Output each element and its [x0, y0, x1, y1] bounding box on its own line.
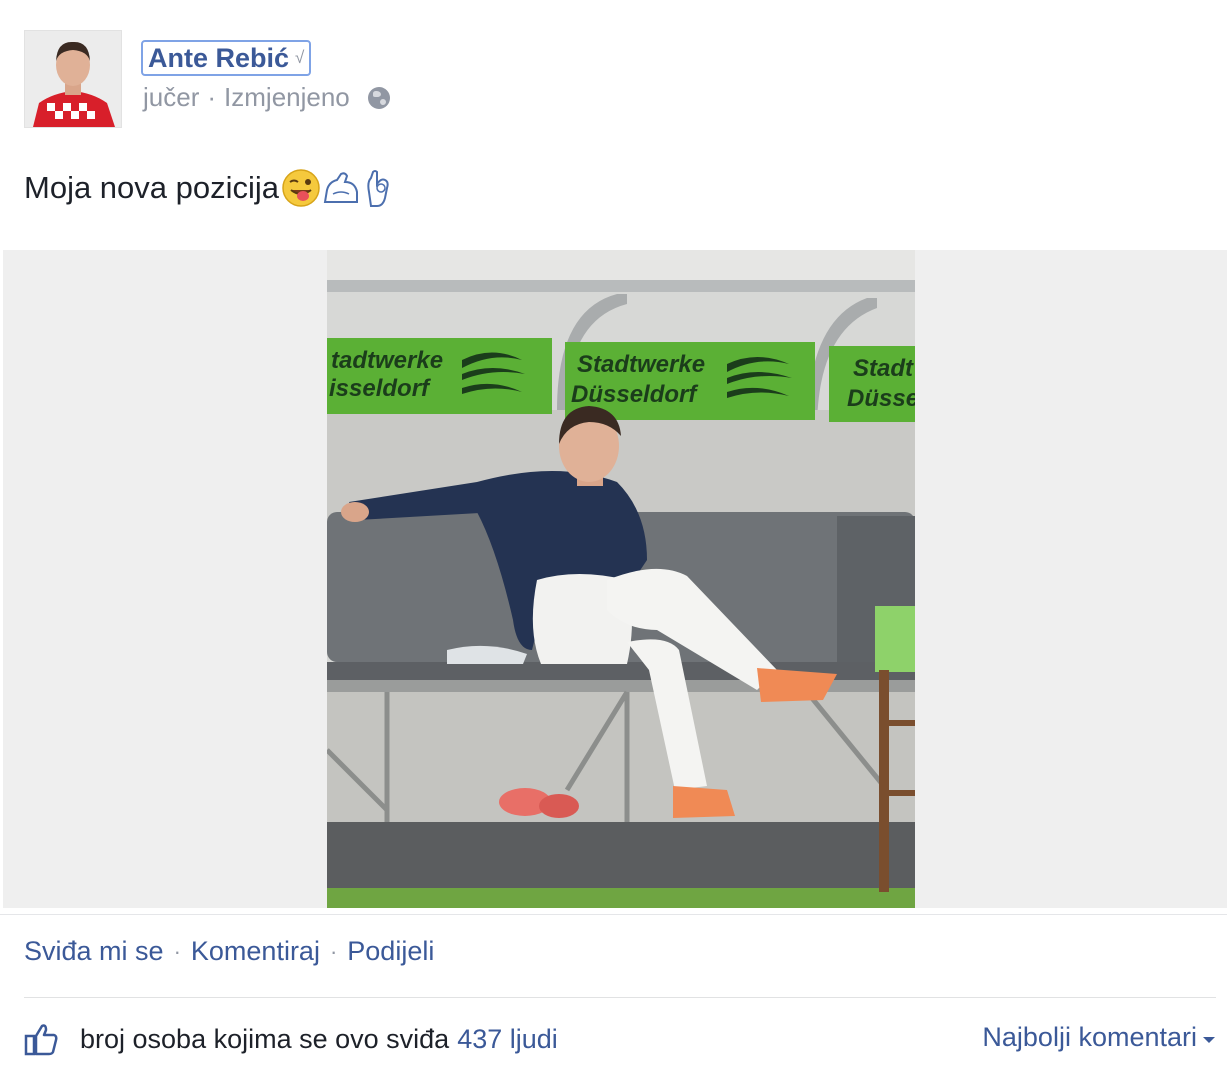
likes-summary: broj osoba kojima se ovo sviđa 437 ljudi [24, 1022, 558, 1056]
likes-count[interactable]: 437 ljudi [457, 1024, 558, 1055]
post-actions: Sviđa mi se · Komentiraj · Podijeli [24, 936, 434, 967]
author-name-link[interactable]: Ante Rebić [148, 43, 289, 74]
svg-text:isseldorf: isseldorf [329, 375, 431, 402]
actions-divider [24, 997, 1216, 998]
action-separator: · [329, 938, 338, 964]
svg-text:tadtwerke: tadtwerke [331, 347, 443, 374]
share-button[interactable]: Podijeli [347, 936, 434, 967]
comments-sort-dropdown[interactable]: Najbolji komentari [982, 1022, 1215, 1053]
author-name-focus-box: Ante Rebić √ [141, 40, 312, 76]
verified-check-icon: √ [295, 48, 305, 67]
svg-text:Stadt: Stadt [853, 355, 914, 382]
sponsor-text-line1: Stadtwerke [577, 351, 705, 378]
post-meta: jučer · Izmjenjeno [143, 82, 390, 113]
avatar-image [25, 31, 121, 127]
ok-hand-icon [367, 170, 389, 207]
post-text-content: Moja nova pozicija [24, 170, 280, 205]
edited-label[interactable]: Izmjenjeno [224, 82, 350, 113]
action-separator: · [173, 938, 181, 964]
sponsor-text-line2: Düsseldorf [571, 381, 698, 408]
comments-sort-label: Najbolji komentari [982, 1022, 1197, 1052]
thumbs-up-icon [24, 1024, 58, 1056]
author-avatar[interactable] [24, 30, 122, 128]
comment-button[interactable]: Komentiraj [191, 936, 320, 967]
flexed-biceps-icon [323, 172, 359, 203]
photo-container: tadtwerke isseldorf Stadtwerke Düsseldor… [3, 250, 1227, 908]
post-timestamp[interactable]: jučer [143, 82, 199, 113]
meta-separator: · [207, 82, 217, 112]
like-button[interactable]: Sviđa mi se [24, 936, 164, 967]
globe-icon[interactable] [367, 86, 390, 109]
svg-text:Düsse: Düsse [847, 385, 915, 412]
chevron-down-icon [1203, 1036, 1215, 1043]
post-text: Moja nova pozicija [24, 168, 395, 208]
photo-divider [0, 914, 1227, 915]
tongue-wink-icon [282, 169, 320, 207]
post-photo[interactable]: tadtwerke isseldorf Stadtwerke Düsseldor… [327, 250, 915, 908]
likes-label: broj osoba kojima se ovo sviđa [80, 1023, 450, 1054]
